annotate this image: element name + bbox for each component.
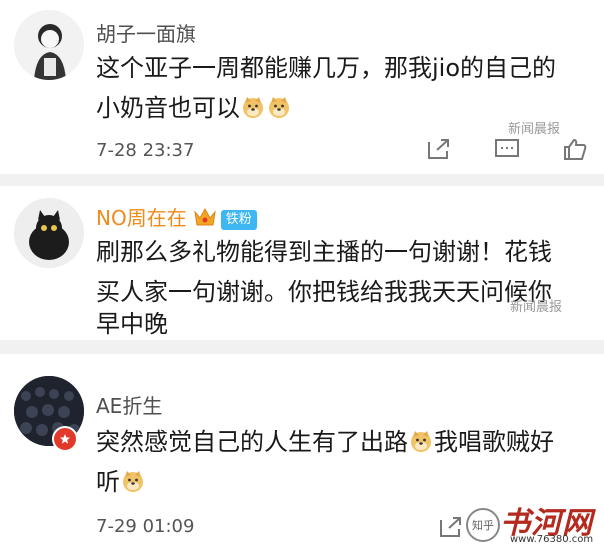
like-icon[interactable] bbox=[560, 136, 590, 162]
comment-text: 这个亚子一周都能赚几万，那我jio的自己的 小奶音也可以 bbox=[96, 54, 557, 122]
comment-icon[interactable] bbox=[492, 136, 522, 162]
zhihu-watermark: 知乎 bbox=[466, 508, 500, 542]
share-icon[interactable] bbox=[436, 514, 466, 540]
doge-emoji bbox=[241, 91, 265, 118]
username[interactable]: 胡子一面旗 bbox=[96, 18, 196, 47]
doge-emoji bbox=[409, 425, 433, 452]
vip-badge-icon bbox=[52, 426, 78, 452]
username[interactable]: NO周在在 铁粉 bbox=[96, 202, 257, 233]
doge-emoji bbox=[121, 465, 145, 492]
crown-icon bbox=[193, 206, 217, 233]
username[interactable]: AE折生 bbox=[96, 390, 162, 419]
comment-text: 突然感觉自己的人生有了出路 我唱歌贼好 听 bbox=[96, 422, 596, 502]
comment-item-1: 胡子一面旗 这个亚子一周都能赚几万，那我jio的自己的 小奶音也可以 新闻晨报 … bbox=[0, 0, 604, 180]
avatar[interactable] bbox=[14, 198, 84, 268]
action-bar bbox=[424, 136, 590, 162]
timestamp: 7-28 23:37 bbox=[96, 140, 195, 161]
avatar[interactable] bbox=[14, 10, 84, 80]
watermark-news: 新闻晨报 bbox=[510, 300, 563, 315]
share-icon[interactable] bbox=[424, 136, 454, 162]
watermark-news: 新闻晨报 bbox=[508, 122, 561, 137]
separator bbox=[0, 340, 604, 354]
timestamp: 7-29 01:09 bbox=[96, 516, 195, 537]
fan-badge: 铁粉 bbox=[220, 209, 257, 230]
site-watermark-url: www.76380.com bbox=[510, 534, 594, 545]
comment-text-cut-line: 早中晚 bbox=[96, 312, 168, 336]
doge-emoji bbox=[267, 91, 291, 118]
separator bbox=[0, 174, 604, 186]
